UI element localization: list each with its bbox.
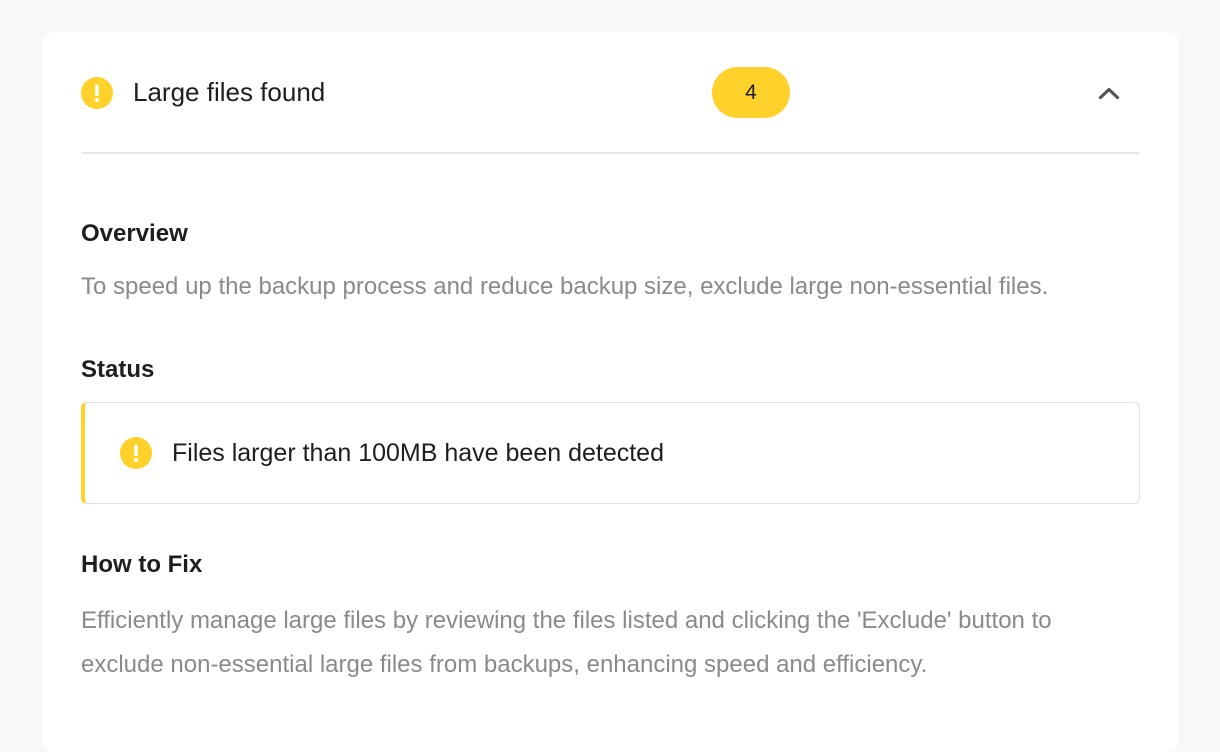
status-message: Files larger than 100MB have been detect… <box>172 439 664 467</box>
large-files-card: Large files found 4 Overview To speed up… <box>42 32 1179 752</box>
status-alert: Files larger than 100MB have been detect… <box>81 402 1140 504</box>
card-title: Large files found <box>133 77 326 107</box>
how-to-fix-text: Efficiently manage large files by review… <box>81 607 1052 678</box>
warning-icon <box>120 437 152 469</box>
card-header[interactable]: Large files found 4 <box>81 32 1139 154</box>
overview-heading: Overview <box>81 220 188 247</box>
overview-text: To speed up the backup process and reduc… <box>81 273 1049 300</box>
chevron-up-icon[interactable] <box>1091 78 1127 108</box>
count-badge: 4 <box>712 67 790 118</box>
warning-icon <box>81 77 113 109</box>
status-heading: Status <box>81 356 155 383</box>
how-to-fix-heading: How to Fix <box>81 551 203 578</box>
